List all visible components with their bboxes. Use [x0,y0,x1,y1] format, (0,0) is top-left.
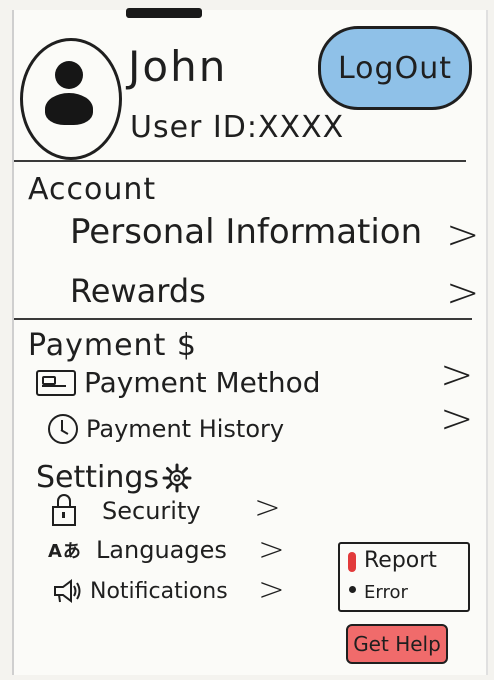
divider [14,160,466,162]
account-item-label: Personal Information [70,212,423,252]
error-label: Error [364,582,408,603]
user-id: User ID:XXXX [130,110,345,145]
section-title-payment: Payment $ [28,328,197,363]
payment-item-label: Payment History [86,415,285,443]
payment-item-history[interactable]: Payment History [48,414,284,444]
settings-title-text: Settings [36,460,160,495]
megaphone-icon [52,578,82,604]
account-item-label: Rewards [70,272,206,310]
credit-card-icon [36,369,76,396]
payment-item-method[interactable]: Payment Method [36,366,321,399]
chevron-right-icon[interactable]: > [258,570,285,608]
user-name: John [128,42,228,91]
language-icon: Aあ [48,541,82,562]
report-error-button[interactable]: Report Error [338,542,470,612]
status-bar-notch [126,8,202,18]
settings-item-security[interactable]: Security [52,494,201,526]
settings-item-label: Languages [95,536,227,564]
gear-icon [161,462,193,494]
chevron-right-icon[interactable]: > [440,396,474,442]
divider [14,318,472,320]
get-help-button[interactable]: Get Help [346,624,448,664]
avatar [20,38,122,160]
settings-item-label: Security [102,497,201,525]
lock-icon [52,494,76,526]
account-item-rewards[interactable]: Rewards [70,272,206,310]
chevron-right-icon[interactable]: > [446,270,480,316]
avatar-head [55,61,83,89]
settings-item-label: Notifications [90,578,228,604]
account-item-personal-information[interactable]: Personal Information [70,212,422,252]
settings-item-notifications[interactable]: Notifications [52,578,228,604]
settings-item-languages[interactable]: Aあ Languages [48,536,227,564]
report-label: Report [364,548,437,573]
logout-button[interactable]: LogOut [318,26,472,110]
alert-dot-icon [349,586,356,593]
alert-icon [348,552,356,572]
chevron-right-icon[interactable]: > [258,530,285,568]
payment-item-label: Payment Method [84,366,321,399]
avatar-body [45,93,93,125]
section-title-settings: Settings [36,460,193,495]
chevron-right-icon[interactable]: > [254,488,281,526]
section-title-account: Account [28,172,157,207]
chevron-right-icon[interactable]: > [446,212,480,258]
chevron-right-icon[interactable]: > [440,352,474,398]
clock-icon [48,414,78,444]
